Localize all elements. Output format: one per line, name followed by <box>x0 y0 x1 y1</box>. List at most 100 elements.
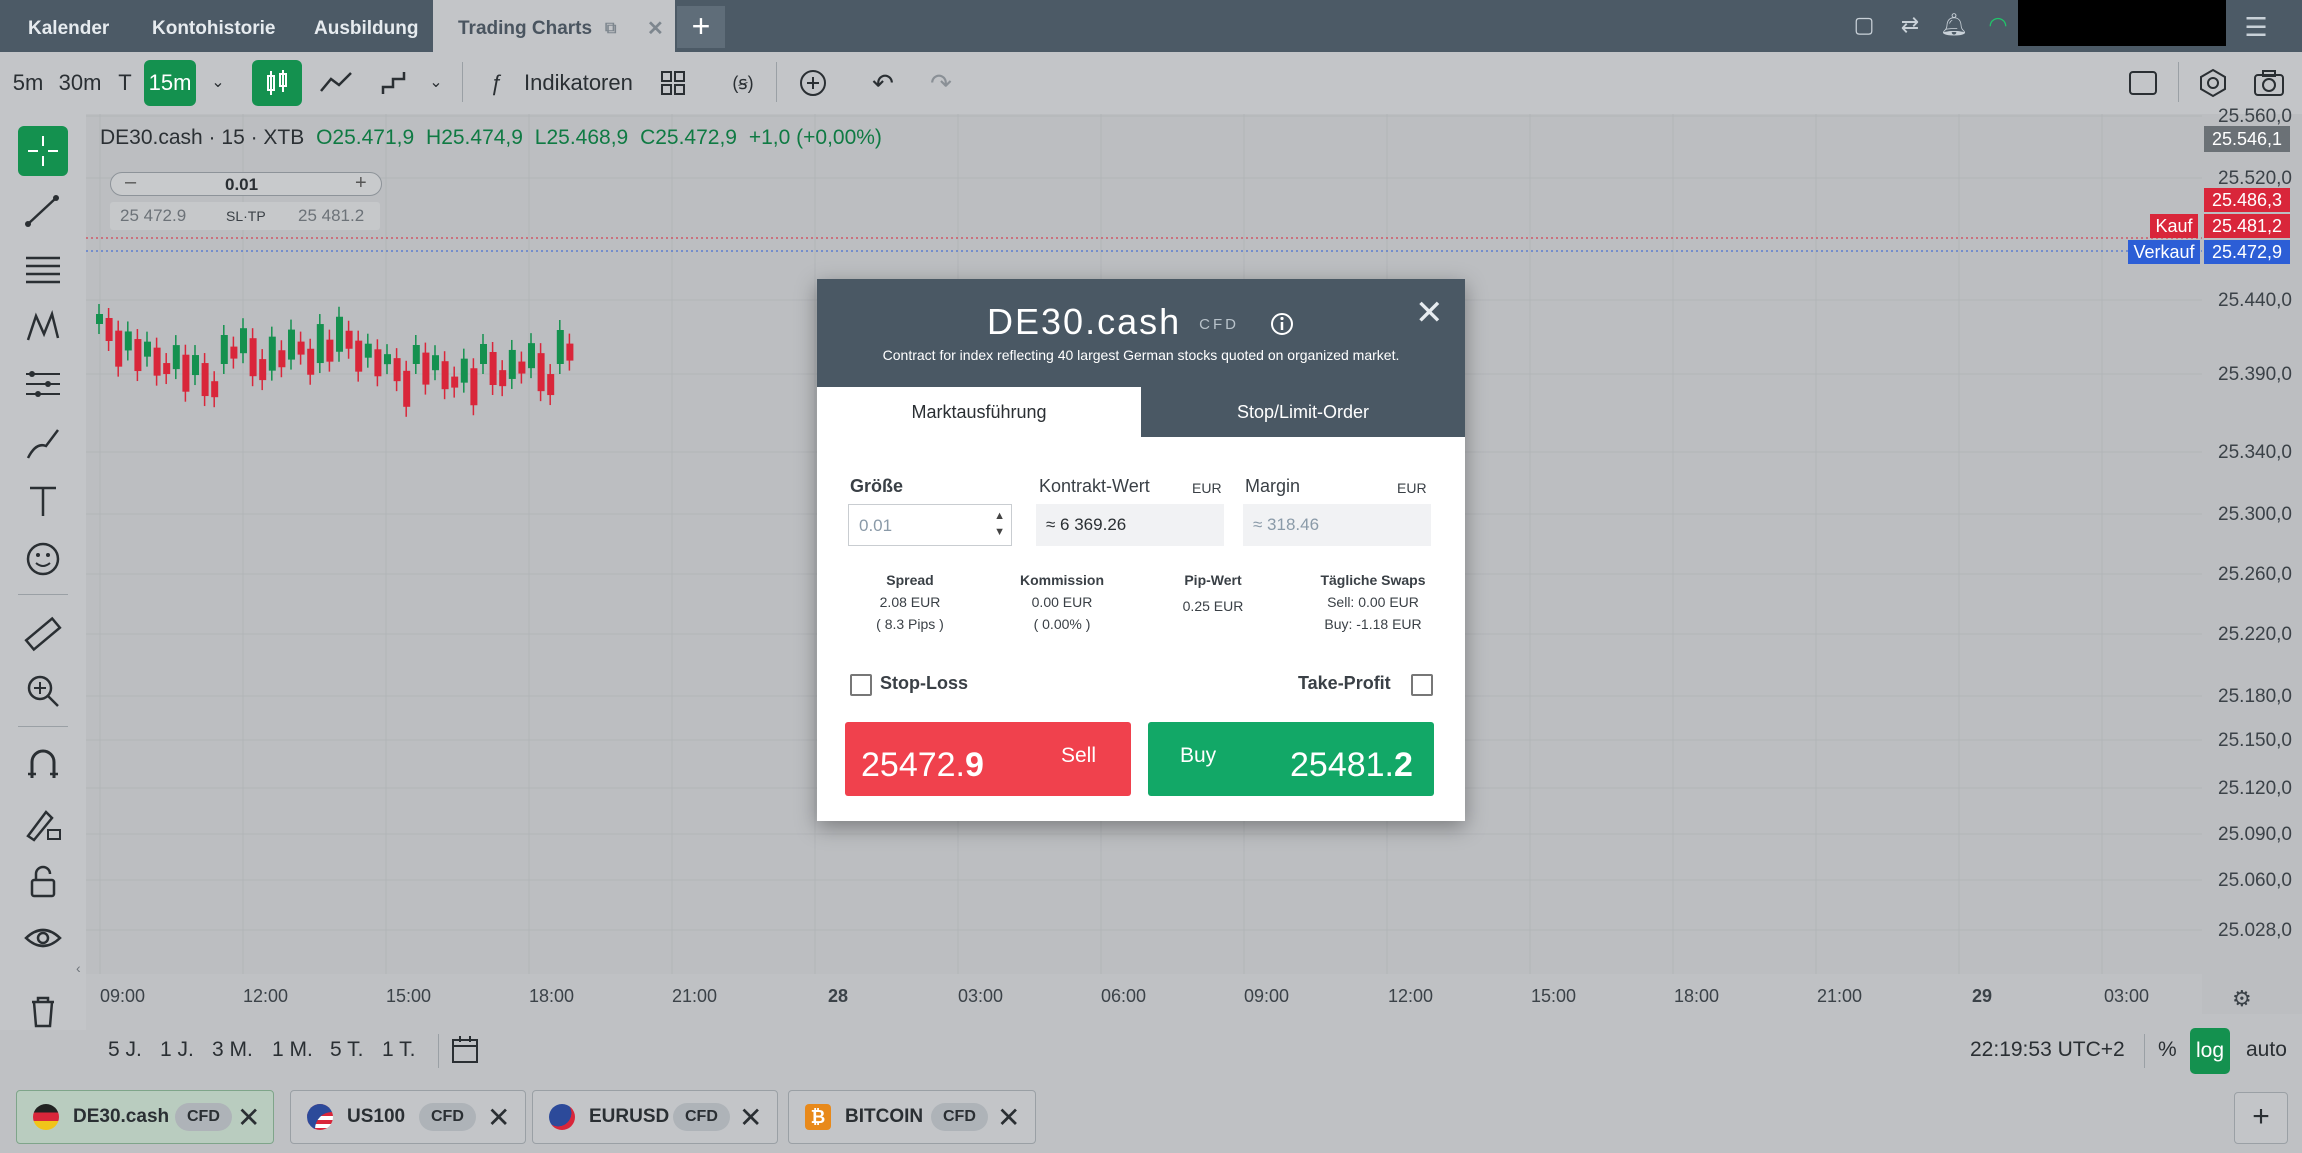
axis-settings-icon[interactable]: ⚙ <box>2232 986 2252 1012</box>
log-scale-toggle[interactable]: log <box>2190 1028 2230 1074</box>
fibonacci-icon[interactable] <box>18 360 68 410</box>
candle-body <box>460 358 468 383</box>
buy-price: 25481.2 <box>1290 746 1413 785</box>
price-label: 25.090,0 <box>2218 824 2292 845</box>
candle-body <box>211 381 219 398</box>
line-chart-icon[interactable] <box>316 60 356 106</box>
range-1y[interactable]: 1 J. <box>160 1038 194 1062</box>
layout-grid-icon[interactable] <box>656 60 690 106</box>
quick-buy-price[interactable]: 25 481.2 <box>298 206 364 226</box>
close-dialog-icon[interactable]: ✕ <box>1415 293 1444 333</box>
chart-type-dropdown-icon[interactable]: ⌄ <box>424 60 448 106</box>
time-label: 21:00 <box>1817 986 1863 1006</box>
tab-market-execution[interactable]: Marktausführung <box>817 387 1141 437</box>
ruler-icon[interactable] <box>18 608 68 658</box>
bell-icon[interactable]: 🔔︎ <box>1940 12 1968 40</box>
instrument-tab-us100[interactable]: US100 CFD ✕ <box>290 1090 526 1144</box>
add-instrument-button[interactable]: + <box>2234 1092 2288 1144</box>
close-instrument-icon[interactable]: ✕ <box>739 1101 762 1134</box>
tab-ausbildung[interactable]: Ausbildung <box>314 0 418 52</box>
range-5y[interactable]: 5 J. <box>108 1038 142 1062</box>
add-circle-icon[interactable] <box>796 60 830 106</box>
magnet-icon[interactable] <box>18 740 68 790</box>
instrument-tab-de30[interactable]: DE30.cash CFD ✕ <box>16 1090 274 1144</box>
candle-body <box>230 346 238 359</box>
indicators-button[interactable]: Indikatoren <box>524 60 634 106</box>
close-instrument-icon[interactable]: ✕ <box>237 1101 260 1134</box>
instrument-tab-bitcoin[interactable]: ₿ BITCOIN CFD ✕ <box>788 1090 1036 1144</box>
info-icon[interactable] <box>1269 311 1295 337</box>
price-axis[interactable]: 25.560,0 25.546,1 25.520,0 25.486,3 25.4… <box>2202 106 2302 1014</box>
text-tool-icon[interactable] <box>18 476 68 526</box>
percent-scale-toggle[interactable]: % <box>2158 1038 2177 1062</box>
interval-dropdown-icon[interactable]: ⌄ <box>206 60 230 106</box>
minus-icon[interactable]: – <box>125 171 136 194</box>
function-icon[interactable]: ƒ <box>484 60 508 106</box>
interval-5m[interactable]: 5m <box>10 60 46 106</box>
stop-loss-checkbox[interactable] <box>850 674 872 696</box>
range-1m[interactable]: 1 M. <box>272 1038 313 1062</box>
undo-icon[interactable]: ↶ <box>866 60 900 106</box>
candle-body <box>316 324 324 364</box>
interval-t[interactable]: T <box>114 60 136 106</box>
collapse-arrow-icon[interactable]: ‹ <box>76 960 81 976</box>
tab-trading-charts[interactable]: Trading Charts ⧉ ✕ <box>433 0 675 52</box>
settings-icon[interactable] <box>2196 60 2230 106</box>
buy-button[interactable]: Buy 25481.2 <box>1148 722 1434 796</box>
step-chart-icon[interactable] <box>376 60 412 106</box>
tab-kontohistorie[interactable]: Kontohistorie <box>152 0 276 52</box>
quick-trade-size-stepper[interactable]: – 0.01 + <box>110 171 382 196</box>
tab-kalender[interactable]: Kalender <box>28 0 109 52</box>
time-label: 09:00 <box>100 986 146 1006</box>
camera-icon[interactable] <box>2252 60 2286 106</box>
range-1d[interactable]: 1 T. <box>382 1038 415 1062</box>
range-3m[interactable]: 3 M. <box>212 1038 253 1062</box>
fullscreen-icon[interactable] <box>2126 60 2160 106</box>
interval-30m[interactable]: 30m <box>58 60 102 106</box>
redo-icon[interactable]: ↷ <box>924 60 958 106</box>
quick-sltp[interactable]: SL·TP <box>226 208 266 224</box>
price-badge-red: 25.486,3 <box>2204 188 2290 212</box>
zoom-in-icon[interactable] <box>18 666 68 716</box>
candle-body <box>278 350 286 368</box>
emoji-icon[interactable] <box>18 534 68 584</box>
add-tab-button[interactable]: + <box>677 6 725 48</box>
lock-drawing-icon[interactable] <box>18 798 68 848</box>
tab-stop-limit-order[interactable]: Stop/Limit-Order <box>1141 387 1465 437</box>
popout-icon[interactable]: ⧉ <box>605 0 616 58</box>
candle-body <box>384 354 391 365</box>
interval-15m[interactable]: 15m <box>144 60 196 106</box>
quick-sell-price[interactable]: 25 472.9 <box>120 206 186 226</box>
auto-scale-toggle[interactable]: auto <box>2246 1038 2287 1062</box>
take-profit-checkbox[interactable] <box>1411 674 1433 696</box>
margin-label: Margin <box>1245 476 1301 496</box>
candle-body <box>220 335 228 364</box>
plus-icon[interactable]: + <box>355 172 367 195</box>
sell-button[interactable]: 25472.9 Sell <box>845 722 1131 796</box>
close-instrument-icon[interactable]: ✕ <box>487 1101 510 1134</box>
visibility-icon[interactable] <box>18 914 68 964</box>
candlestick-chart-button[interactable] <box>252 60 302 106</box>
take-profit-label: Take-Profit <box>1298 673 1391 693</box>
time-label: 03:00 <box>958 986 1004 1006</box>
unlock-icon[interactable] <box>18 856 68 906</box>
window-icon[interactable]: ▢ <box>1850 12 1878 40</box>
pattern-tool-icon[interactable] <box>18 302 68 352</box>
brush-icon[interactable] <box>18 418 68 468</box>
menu-icon[interactable]: ☰ <box>2242 12 2270 42</box>
currency-exchange-icon[interactable]: ⇄ <box>1896 12 1924 40</box>
instrument-tab-eurusd[interactable]: EURUSD CFD ✕ <box>532 1090 778 1144</box>
stepper-down-icon[interactable]: ▼ <box>994 511 1005 553</box>
horizontal-lines-icon[interactable] <box>18 244 68 294</box>
size-input[interactable]: 0.01 ▲ ▼ <box>848 504 1012 546</box>
close-instrument-icon[interactable]: ✕ <box>997 1101 1020 1134</box>
contract-value-field: ≈ 6 369.26 <box>1036 504 1224 546</box>
crosshair-tool[interactable] <box>18 126 68 176</box>
trend-line-icon[interactable] <box>18 186 68 236</box>
ohlc-low: L25.468,9 <box>534 126 629 149</box>
price-alert-icon[interactable]: (ꞩ) <box>726 60 760 106</box>
date-range-icon[interactable] <box>450 1034 482 1066</box>
trash-icon[interactable] <box>18 986 68 1036</box>
range-5d[interactable]: 5 T. <box>330 1038 363 1062</box>
close-tab-icon[interactable]: ✕ <box>647 0 664 58</box>
